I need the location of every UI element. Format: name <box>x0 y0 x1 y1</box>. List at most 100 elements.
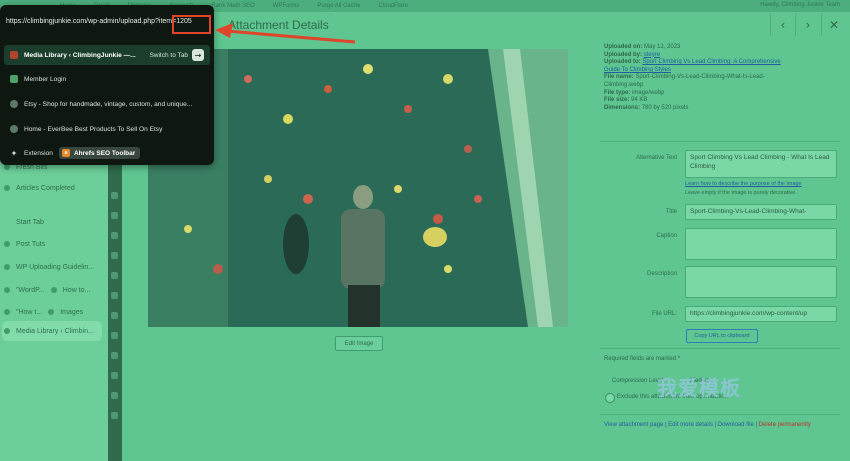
menu-icon[interactable] <box>111 192 118 199</box>
attachment-actions: View attachment page | Edit more details… <box>604 422 811 428</box>
menu-icon[interactable] <box>111 412 118 419</box>
delete-permanently-link[interactable]: Delete permanently <box>759 422 811 428</box>
menu-icon[interactable] <box>111 252 118 259</box>
suggestion-item[interactable]: Home - EverBee Best Products To Sell On … <box>4 119 210 139</box>
meta-key: File name: <box>604 74 634 81</box>
menu-icon[interactable] <box>111 392 118 399</box>
edit-image-button[interactable]: Edit Image <box>335 336 383 351</box>
bookmark-item[interactable]: Rank Math SEO <box>211 3 254 9</box>
globe-icon <box>10 125 18 133</box>
tab-favicon-icon <box>4 309 10 315</box>
alt-help-text: Leave empty if the image is purely decor… <box>685 190 797 196</box>
ahrefs-logo-icon: a <box>61 149 70 157</box>
switch-to-tab-label: Switch to Tab <box>149 51 188 59</box>
bookmark-item[interactable]: CloudFlare <box>378 3 407 9</box>
sidebar-section[interactable]: Start Tab <box>4 214 44 230</box>
alt-text-field[interactable]: Sport Climbing Vs Lead Climbing - What I… <box>685 150 837 178</box>
exclude-checkbox[interactable] <box>605 393 615 403</box>
title-field[interactable]: Sport-Climbing-Vs-Lead-Climbing-What- <box>685 204 837 220</box>
watermark: 我爱模板 <box>657 376 741 400</box>
alt-help-link[interactable]: Learn how to describe the purpose of the… <box>685 181 802 187</box>
sidebar-tab[interactable]: WP Uploading Guidelin... <box>4 259 94 275</box>
view-attachment-link[interactable]: View attachment page <box>604 422 663 428</box>
suggestion-switch-tab[interactable]: Media Library ‹ ClimbingJunkie —... Swit… <box>4 45 210 65</box>
meta-key: Dimensions: <box>604 104 641 111</box>
description-field[interactable] <box>685 266 837 298</box>
meta-value: May 12, 2023 <box>644 44 681 50</box>
extension-chip[interactable]: a Ahrefs SEO Toolbar <box>58 147 141 159</box>
download-file-link[interactable]: Download file <box>718 422 754 428</box>
menu-icon[interactable] <box>111 312 118 319</box>
sidebar-tab-label: Media Library ‹ Climbin... <box>16 327 94 335</box>
sidebar-tab-active[interactable]: Media Library ‹ Climbin... <box>4 323 94 339</box>
meta-value: Climbing.webp <box>604 81 644 88</box>
sidebar-tab[interactable]: "WordP... How to... <box>4 282 90 298</box>
meta-uploaded-to-cont: Guide To Climbing Styles <box>604 67 844 75</box>
menu-icon[interactable] <box>111 272 118 279</box>
suggestion-label: Media Library ‹ ClimbingJunkie —... <box>24 51 136 59</box>
sidebar-tab[interactable]: Articles Completed <box>4 180 75 196</box>
suggestion-item[interactable]: Etsy - Shop for handmade, vintage, custo… <box>4 94 210 114</box>
caption-field[interactable] <box>685 228 837 260</box>
sidebar-tab[interactable]: Post Tuts <box>4 236 45 252</box>
attachment-meta: Uploaded on: May 12, 2023 Uploaded by: s… <box>604 44 844 112</box>
puzzle-icon: ✦ <box>10 148 18 158</box>
meta-key: File type: <box>604 89 631 96</box>
meta-file-name-cont: Climbing.webp <box>604 82 844 90</box>
sidebar-tab[interactable]: "How t... Images <box>4 304 83 320</box>
uploaded-to-link[interactable]: Sport Climbing Vs Lead Climbing: A Compr… <box>642 59 780 65</box>
alt-text-label: Alternative Text <box>636 155 677 161</box>
uploaded-to-link[interactable]: Guide To Climbing Styles <box>604 67 671 73</box>
suggestion-item[interactable]: Member Login <box>4 69 210 89</box>
next-attachment-button[interactable]: › <box>795 14 820 36</box>
sidebar-tab-label: Images <box>60 308 84 316</box>
meta-dimensions: Dimensions: 780 by 520 pixels <box>604 105 844 113</box>
meta-key: File size: <box>604 97 630 104</box>
close-icon: ✕ <box>828 18 840 32</box>
suggestion-extension[interactable]: ✦ Extension a Ahrefs SEO Toolbar <box>4 143 210 163</box>
sidebar-tab-label: Articles Completed <box>16 184 75 192</box>
menu-icon[interactable] <box>111 232 118 239</box>
chevron-left-icon: ‹ <box>780 18 786 32</box>
sidebar-tab-label: Post Tuts <box>16 240 46 248</box>
menu-icon[interactable] <box>111 332 118 339</box>
annotation-arrow-icon <box>215 23 356 44</box>
uploader-link[interactable]: steyre <box>644 52 660 58</box>
prev-attachment-button[interactable]: ‹ <box>770 14 795 36</box>
meta-file-size: File size: 94 KB <box>604 97 844 105</box>
meta-key: Uploaded on: <box>604 44 643 50</box>
divider <box>600 414 840 415</box>
file-url-field[interactable]: https://climbingjunkie.com/wp-content/up <box>685 306 837 322</box>
copy-url-button[interactable]: Copy URL to clipboard <box>686 329 758 343</box>
menu-icon[interactable] <box>111 292 118 299</box>
tab-favicon-icon <box>10 51 18 59</box>
tab-favicon-icon <box>4 185 10 191</box>
admin-greeting[interactable]: Hawdy, Climbing Junkie Team <box>760 2 840 8</box>
meta-file-name: File name: Sport-Climbing-Vs-Lead-Climbi… <box>604 74 844 82</box>
extension-name: Ahrefs SEO Toolbar <box>73 149 136 157</box>
menu-icon[interactable] <box>111 372 118 379</box>
description-label: Description <box>646 271 677 277</box>
sidebar-tab-label: How to... <box>62 286 91 294</box>
page-icon <box>10 75 18 83</box>
divider <box>600 348 840 349</box>
tab-favicon-icon <box>4 264 10 270</box>
alt-help: Learn how to describe the purpose of the… <box>685 181 802 187</box>
bookmark-item[interactable]: Purge All Cache <box>317 3 360 9</box>
meta-file-type: File type: image/webp <box>604 90 844 98</box>
sidebar-tab-label: "How t... <box>16 308 43 316</box>
meta-uploaded-to: Uploaded to: Sport Climbing Vs Lead Clim… <box>604 59 844 67</box>
menu-icon[interactable] <box>111 212 118 219</box>
address-bar-url[interactable]: https://climbingjunkie.com/wp-admin/uplo… <box>6 18 192 25</box>
folder-icon <box>4 219 10 225</box>
close-modal-button[interactable]: ✕ <box>821 14 846 36</box>
menu-icon[interactable] <box>111 352 118 359</box>
bookmark-item[interactable]: WPForms <box>273 3 300 9</box>
globe-icon <box>10 100 18 108</box>
sidebar-tab-label: "WordP... <box>16 286 45 294</box>
tab-favicon-icon <box>48 309 55 315</box>
tab-favicon-icon <box>4 287 10 293</box>
tab-favicon-icon <box>4 241 10 247</box>
edit-details-link[interactable]: Edit more details <box>668 422 713 428</box>
meta-uploaded-by: Uploaded by: steyre <box>604 52 844 60</box>
